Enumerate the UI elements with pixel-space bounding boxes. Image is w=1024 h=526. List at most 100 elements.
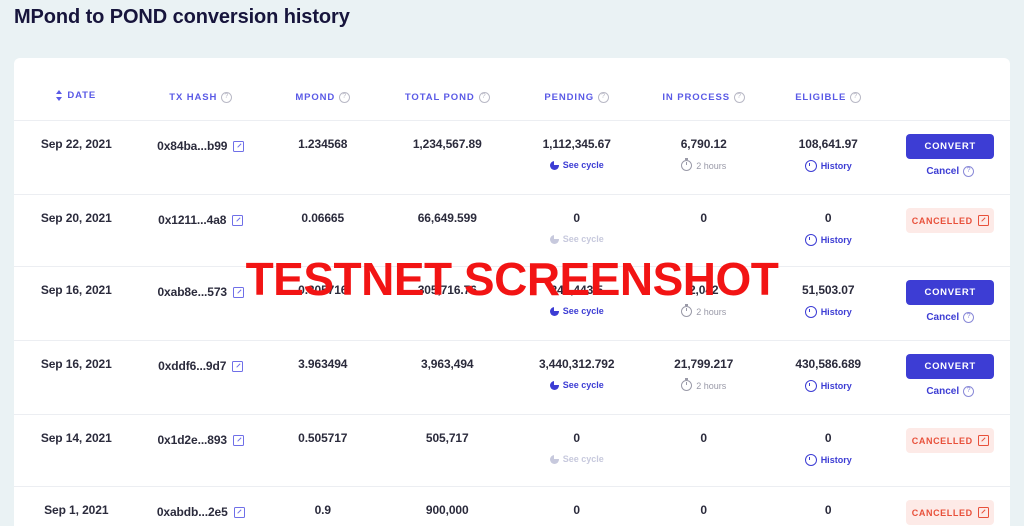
pending-value: 0: [573, 503, 580, 517]
history-label: History: [820, 455, 852, 465]
column-header-actions: [890, 58, 1010, 121]
cancel-link[interactable]: Cancel: [926, 312, 975, 323]
external-link-icon[interactable]: [233, 287, 245, 298]
total-pond-cell: 3,963,494: [383, 341, 512, 415]
history-link[interactable]: History: [804, 454, 852, 466]
cancelled-label: CANCELLED: [911, 215, 973, 226]
history-label: History: [820, 235, 852, 245]
history-link[interactable]: History: [804, 160, 852, 172]
info-icon[interactable]: [598, 91, 610, 103]
info-icon[interactable]: [963, 166, 975, 177]
column-header-eligible: ELIGIBLE: [766, 58, 891, 121]
in-process-value: 21,799.217: [674, 357, 734, 371]
cancelled-badge[interactable]: CANCELLED: [906, 428, 995, 453]
tx-hash-cell: 0xab8e...573: [139, 267, 264, 341]
date-value: Sep 20, 2021: [40, 211, 112, 225]
external-link-icon[interactable]: [233, 507, 245, 518]
cancelled-label: CANCELLED: [911, 435, 973, 446]
in-process-value: 0: [700, 431, 707, 445]
info-icon[interactable]: [963, 312, 975, 323]
mpond-cell: 3.963494: [263, 341, 383, 415]
external-link-icon[interactable]: [232, 361, 244, 372]
cancelled-badge[interactable]: CANCELLED: [906, 208, 995, 233]
mpond-value: 0.305716: [298, 283, 348, 297]
column-header-label: TOTAL POND: [404, 91, 475, 103]
in-process-cell: 2,042 2 hours: [641, 267, 766, 341]
in-process-value: 0: [700, 503, 707, 517]
eligible-value: 108,641.97: [798, 137, 858, 151]
mpond-cell: 0.9: [263, 487, 383, 526]
in-process-time-label: 2 hours: [696, 380, 727, 391]
eligible-cell: 0 History: [766, 195, 891, 267]
sort-icon[interactable]: [56, 90, 63, 101]
external-link-icon[interactable]: [232, 215, 244, 226]
eligible-value: 0: [824, 503, 832, 517]
column-header-label: MPond: [295, 91, 336, 103]
tx-hash-value: 0x1d2e...893: [157, 433, 228, 447]
convert-button[interactable]: CONVERT: [906, 134, 995, 159]
info-icon[interactable]: [734, 91, 745, 103]
tx-hash-value: 0xddf6...9d7: [158, 359, 227, 373]
table-row: Sep 20, 2021 0x1211...4a8 0.06665 66,649.59…: [14, 194, 1010, 267]
tx-hash-value: 0xabdb...2e5: [156, 505, 228, 519]
external-link-icon[interactable]: [233, 435, 245, 446]
action-cell: CANCELLED: [890, 415, 1010, 487]
in-process-cell: 0: [641, 487, 766, 526]
cancelled-badge[interactable]: CANCELLED: [906, 500, 995, 525]
info-icon[interactable]: [850, 91, 862, 103]
table-header: DATE TX HASH MPond TOTAL POND PENDING IN PROC…: [14, 58, 1010, 121]
total-pond-cell: 505,717: [383, 415, 512, 487]
mpond-value: 0.9: [314, 503, 331, 517]
pending-value: 0: [573, 431, 580, 445]
clock-icon: [804, 160, 817, 172]
info-icon[interactable]: [339, 91, 351, 103]
tx-hash-cell: 0x1d2e...893: [139, 415, 264, 487]
eligible-value: 0: [824, 431, 832, 445]
pending-value: 241,443.5: [550, 283, 603, 297]
eligible-cell: 430,586.689 History: [766, 341, 891, 415]
history-link[interactable]: History: [804, 380, 852, 392]
see-cycle-link[interactable]: See cycle: [549, 380, 604, 390]
date-cell: Sep 14, 2021: [14, 415, 139, 487]
in-process-time: 2 hours: [681, 304, 726, 317]
see-cycle-link[interactable]: See cycle: [549, 454, 604, 464]
date-cell: Sep 22, 2021: [14, 121, 139, 195]
pending-value: 0: [573, 211, 580, 225]
pending-cell: 241,443.5 See cycle: [512, 267, 641, 341]
see-cycle-link[interactable]: See cycle: [549, 234, 604, 244]
cycle-pie-icon: [549, 160, 559, 170]
see-cycle-link[interactable]: See cycle: [549, 306, 604, 316]
convert-button[interactable]: CONVERT: [906, 354, 995, 379]
info-icon[interactable]: [963, 386, 975, 397]
column-header-label: DATE: [67, 90, 97, 101]
timer-icon: [681, 304, 693, 317]
clock-icon: [804, 306, 817, 318]
history-link[interactable]: History: [804, 234, 852, 246]
total-pond-cell: 305,716.76: [383, 267, 512, 341]
mpond-cell: 1.234568: [263, 121, 383, 195]
total-pond-value: 1,234,567.89: [412, 137, 482, 151]
convert-button[interactable]: CONVERT: [906, 280, 995, 305]
eligible-value: 430,586.689: [795, 357, 862, 371]
history-link[interactable]: History: [804, 306, 852, 318]
cancelled-label: CANCELLED: [911, 507, 973, 518]
history-label: History: [820, 381, 852, 391]
in-process-time-label: 2 hours: [696, 160, 727, 171]
external-link-icon[interactable]: [233, 141, 245, 152]
tx-hash-value: 0x1211...4a8: [158, 213, 227, 227]
table-row: Sep 16, 2021 0xddf6...9d7 3.963494 3,963,49…: [14, 340, 1010, 415]
info-icon[interactable]: [221, 91, 233, 103]
info-icon[interactable]: [478, 91, 490, 103]
cancel-link[interactable]: Cancel: [926, 166, 975, 177]
timer-icon: [681, 378, 693, 391]
column-header-date[interactable]: DATE: [14, 58, 139, 121]
clock-icon: [804, 234, 817, 246]
cancel-link[interactable]: Cancel: [926, 386, 975, 397]
in-process-cell: 6,790.12 2 hours: [641, 121, 766, 195]
tx-hash-cell: 0xddf6...9d7: [139, 341, 264, 415]
tx-hash-cell: 0x84ba...b99: [139, 121, 264, 195]
see-cycle-link[interactable]: See cycle: [549, 160, 604, 170]
pending-cell: 0 See cycle: [512, 415, 641, 487]
clock-icon: [804, 454, 817, 466]
date-cell: Sep 1, 2021: [14, 487, 139, 526]
